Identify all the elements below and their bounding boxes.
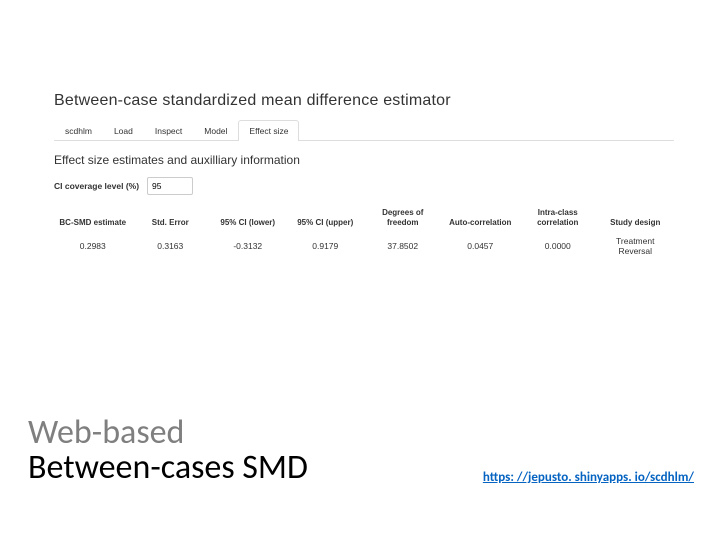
tab-scdhlm[interactable]: scdhlm [54, 120, 103, 140]
app-title: Between-case standardized mean differenc… [54, 92, 674, 110]
caption-line2: Between-cases SMD [28, 450, 308, 486]
cell-ci-lower: -0.3132 [209, 233, 287, 259]
results-table: BC-SMD estimate Std. Error 95% CI (lower… [54, 205, 674, 259]
ci-coverage-row: CI coverage level (%) [54, 177, 674, 195]
col-design: Study design [597, 205, 675, 233]
col-std-error: Std. Error [132, 205, 210, 233]
col-icc: Intra-class correlation [519, 205, 597, 233]
slide: Between-case standardized mean differenc… [0, 0, 720, 540]
col-df: Degrees of freedom [364, 205, 442, 233]
tab-bar: scdhlm Load Inspect Model Effect size [54, 120, 674, 141]
col-autocorr: Auto-correlation [442, 205, 520, 233]
table-header-row: BC-SMD estimate Std. Error 95% CI (lower… [54, 205, 674, 233]
app-screenshot-panel: Between-case standardized mean differenc… [54, 92, 674, 259]
tab-effect-size[interactable]: Effect size [238, 120, 299, 141]
cell-bc-smd: 0.2983 [54, 233, 132, 259]
table-row: 0.2983 0.3163 -0.3132 0.9179 37.8502 0.0… [54, 233, 674, 259]
col-bc-smd: BC-SMD estimate [54, 205, 132, 233]
ci-coverage-label: CI coverage level (%) [54, 181, 139, 191]
caption-line1: Web-based [28, 415, 308, 451]
cell-std-error: 0.3163 [132, 233, 210, 259]
ci-coverage-input[interactable] [147, 177, 193, 195]
cell-icc: 0.0000 [519, 233, 597, 259]
tab-model[interactable]: Model [193, 120, 238, 140]
tab-inspect[interactable]: Inspect [144, 120, 193, 140]
tab-load[interactable]: Load [103, 120, 144, 140]
cell-ci-upper: 0.9179 [287, 233, 365, 259]
app-url-link[interactable]: https: //jepusto. shinyapps. io/scdhlm/ [483, 470, 694, 485]
cell-df: 37.8502 [364, 233, 442, 259]
col-ci-upper: 95% CI (upper) [287, 205, 365, 233]
slide-caption: Web-based Between-cases SMD [28, 415, 308, 486]
slide-url: https: //jepusto. shinyapps. io/scdhlm/ [483, 468, 694, 486]
cell-autocorr: 0.0457 [442, 233, 520, 259]
col-ci-lower: 95% CI (lower) [209, 205, 287, 233]
cell-design: Treatment Reversal [597, 233, 675, 259]
section-title: Effect size estimates and auxilliary inf… [54, 153, 674, 167]
